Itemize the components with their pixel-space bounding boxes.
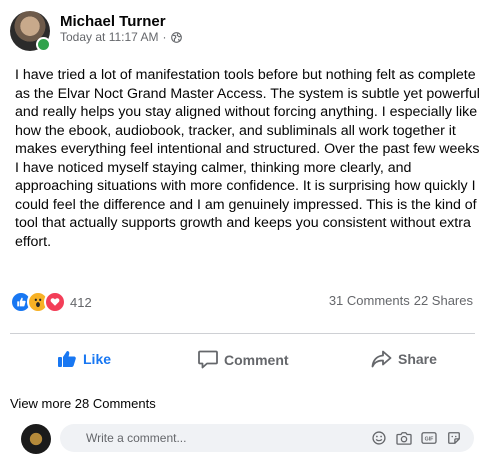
reaction-count: 412 (70, 294, 92, 310)
like-button[interactable]: Like (57, 350, 111, 368)
engagement-stats: 31 Comments 22 Shares (329, 293, 473, 308)
comment-icon (198, 350, 218, 369)
meta-separator: · (162, 30, 167, 44)
author-avatar-wrap[interactable] (10, 11, 51, 52)
shares-count[interactable]: 22 Shares (414, 293, 473, 308)
love-icon (44, 291, 66, 313)
comment-composer[interactable]: GIF (60, 424, 474, 452)
post-timestamp[interactable]: Today at 11:17 AM (60, 30, 159, 44)
camera-icon[interactable] (396, 430, 412, 446)
reactions-summary[interactable]: 412 (10, 291, 92, 313)
post-text: I have tried a lot of manifestation tool… (15, 67, 480, 250)
view-more-comments[interactable]: View more 28 Comments (10, 396, 156, 411)
share-button[interactable]: Share (371, 350, 437, 368)
online-status-dot (36, 37, 51, 52)
thumbs-up-icon (58, 351, 76, 367)
divider (10, 333, 475, 334)
avatar[interactable] (21, 424, 51, 454)
svg-text:GIF: GIF (425, 437, 435, 443)
comment-input[interactable] (84, 430, 371, 446)
emoji-icon[interactable] (371, 430, 387, 446)
comment-label: Comment (224, 351, 289, 368)
gif-icon[interactable]: GIF (421, 430, 437, 446)
share-label: Share (398, 351, 437, 367)
like-label: Like (83, 351, 112, 367)
comment-button[interactable]: Comment (198, 350, 289, 369)
author-name[interactable]: Michael Turner (60, 13, 166, 30)
post-meta: Today at 11:17 AM · (60, 30, 182, 44)
sticker-icon[interactable] (446, 430, 462, 446)
share-icon (371, 350, 392, 368)
composer-icons: GIF (371, 430, 462, 446)
globe-icon[interactable] (170, 31, 182, 43)
comments-count[interactable]: 31 Comments (329, 293, 410, 308)
